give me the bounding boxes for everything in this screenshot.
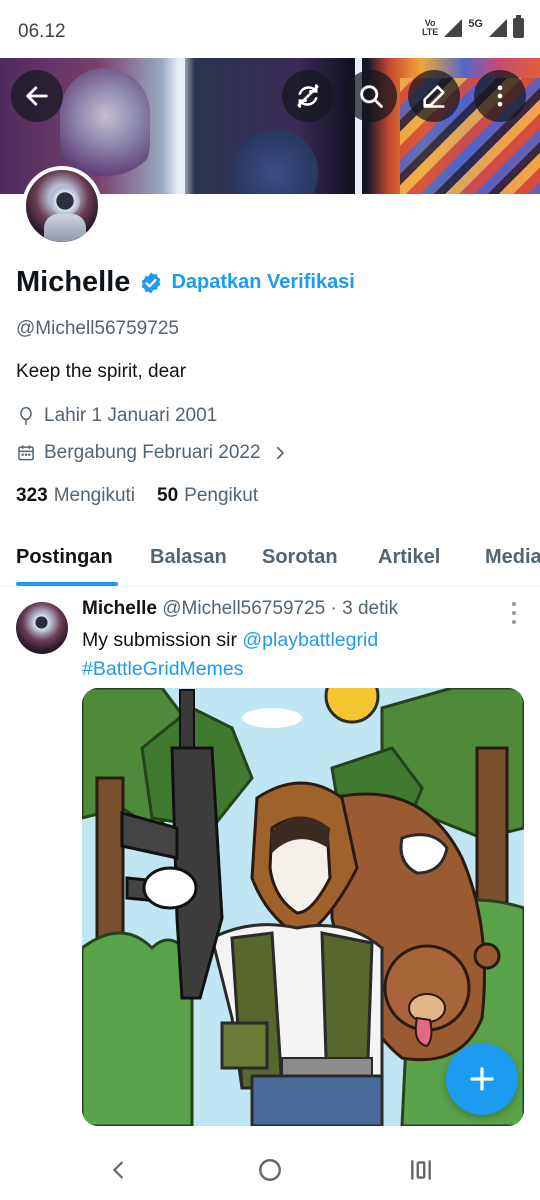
- followers-link[interactable]: 50 Pengikut: [157, 485, 258, 507]
- tab-sorotan[interactable]: Sorotan: [262, 546, 338, 569]
- avatar-suit: [44, 214, 86, 242]
- following-link[interactable]: 323 Mengikuti: [16, 485, 135, 507]
- banner-frame-divider: [178, 58, 185, 194]
- post-hashtag-link[interactable]: #BattleGridMemes: [82, 658, 243, 680]
- post-author-name[interactable]: Michelle: [82, 598, 157, 619]
- profile-handle: @Michell56759725: [16, 318, 179, 339]
- arrow-left-icon: [26, 86, 48, 106]
- followers-label: Pengikut: [184, 485, 259, 506]
- avatar-helmet: [50, 186, 80, 216]
- tab-artikel[interactable]: Artikel: [378, 546, 440, 569]
- signal-icon: [444, 19, 463, 37]
- battery-icon: [513, 15, 524, 38]
- search-icon: [360, 85, 383, 108]
- profile-name-row: Michelle Dapatkan Verifikasi: [16, 266, 355, 299]
- joined-row[interactable]: Bergabung Februari 2022: [16, 442, 297, 464]
- edit-button[interactable]: [408, 70, 460, 122]
- active-tab-indicator: [16, 582, 118, 586]
- profile-bio: Keep the spirit, dear: [16, 361, 187, 382]
- back-button[interactable]: [11, 70, 63, 122]
- banner-art-planet: [220, 128, 330, 194]
- more-vertical-icon: [497, 85, 503, 107]
- more-dot: [512, 611, 516, 615]
- calendar-icon: [18, 445, 34, 461]
- profile-name: Michelle: [16, 266, 131, 298]
- recents-icon: [411, 1160, 431, 1180]
- signal-icon-2: [489, 19, 507, 37]
- more-options-button[interactable]: [474, 70, 526, 122]
- tab-postingan[interactable]: Postingan: [16, 546, 113, 569]
- balloon-icon: [20, 406, 32, 426]
- status-bar: 06.12 Vo LTE 5G: [0, 0, 540, 58]
- search-button[interactable]: [345, 70, 397, 122]
- post-more-button[interactable]: [507, 602, 521, 624]
- post-author-handle: @Michell56759725: [162, 598, 326, 619]
- system-nav-bar: [0, 1135, 540, 1200]
- nav-back-button[interactable]: [104, 1155, 134, 1185]
- post-author-avatar[interactable]: [16, 602, 68, 654]
- post-header: Michelle @Michell56759725 · 3 detik: [82, 598, 398, 620]
- birthday-text: Lahir 1 Januari 2001: [44, 405, 218, 426]
- plus-icon: [470, 1067, 494, 1091]
- avatar-helmet: [31, 612, 52, 633]
- volte-icon: Vo LTE: [421, 18, 439, 37]
- verified-badge-icon: [142, 272, 161, 293]
- following-label: Mengikuti: [53, 485, 136, 506]
- follow-stats: 323 Mengikuti 50 Pengikut: [16, 485, 258, 507]
- back-chevron-icon: [112, 1161, 123, 1179]
- home-circle-icon: [259, 1159, 281, 1181]
- chevron-right-icon: [276, 446, 284, 460]
- status-time: 06.12: [18, 21, 66, 42]
- joined-text: Bergabung Februari 2022: [44, 442, 261, 463]
- network-5g-label: 5G: [468, 18, 483, 30]
- profile-avatar[interactable]: [22, 166, 102, 246]
- following-count: 323: [16, 485, 48, 506]
- refresh-button[interactable]: [282, 70, 334, 122]
- followers-count: 50: [157, 485, 179, 506]
- get-verified-link[interactable]: Dapatkan Verifikasi: [171, 271, 354, 294]
- post-time: 3 detik: [342, 598, 399, 619]
- post-text: My submission sir @playbattlegrid #Battl…: [82, 626, 378, 684]
- more-dot: [512, 602, 516, 606]
- tab-media[interactable]: Media: [485, 546, 540, 569]
- profile-tabs: Postingan Balasan Sorotan Artikel Media: [0, 530, 540, 587]
- birthday-row: Lahir 1 Januari 2001: [16, 405, 217, 427]
- edit-icon: [423, 85, 445, 108]
- compose-post-button[interactable]: [446, 1043, 518, 1115]
- status-icons: Vo LTE 5G: [421, 15, 524, 38]
- tab-balasan[interactable]: Balasan: [150, 546, 227, 569]
- more-dot: [512, 620, 516, 624]
- post-text-prefix: My submission sir: [82, 629, 243, 651]
- post-mention-link[interactable]: @playbattlegrid: [242, 629, 378, 651]
- refresh-icon: [297, 84, 319, 108]
- nav-home-button[interactable]: [255, 1155, 285, 1185]
- nav-recents-button[interactable]: [406, 1155, 436, 1185]
- post-text-line-1: My submission sir @playbattlegrid: [82, 626, 378, 655]
- post-separator: ·: [330, 598, 337, 619]
